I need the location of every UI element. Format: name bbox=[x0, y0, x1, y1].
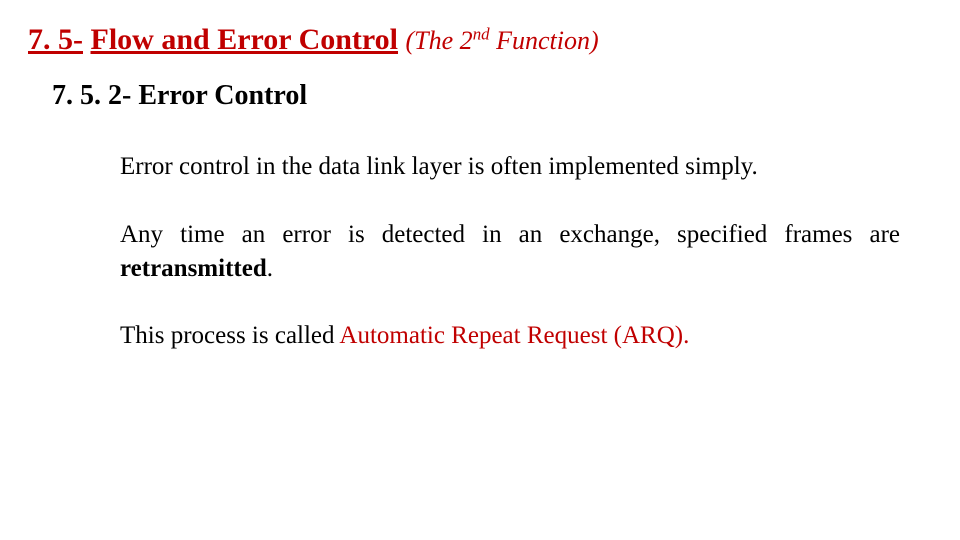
paragraph-3: This process is called Automatic Repeat … bbox=[120, 319, 900, 353]
subheading-number: 7. 5. 2 bbox=[52, 80, 122, 111]
heading-number: 7. 5- bbox=[28, 23, 83, 56]
paragraph-1: Error control in the data link layer is … bbox=[120, 150, 900, 184]
slide: 7. 5- Flow and Error Control (The 2nd Fu… bbox=[0, 0, 960, 540]
body-text: Error control in the data link layer is … bbox=[120, 150, 900, 387]
paragraph-2: Any time an error is detected in an exch… bbox=[120, 218, 900, 286]
heading-note: (The 2nd Function) bbox=[406, 26, 599, 55]
section-heading: 7. 5- Flow and Error Control (The 2nd Fu… bbox=[28, 22, 599, 58]
subsection-heading: 7. 5. 2- Error Control bbox=[52, 80, 307, 112]
heading-title: Flow and Error Control bbox=[91, 23, 399, 56]
subheading-title: Error Control bbox=[138, 80, 307, 111]
